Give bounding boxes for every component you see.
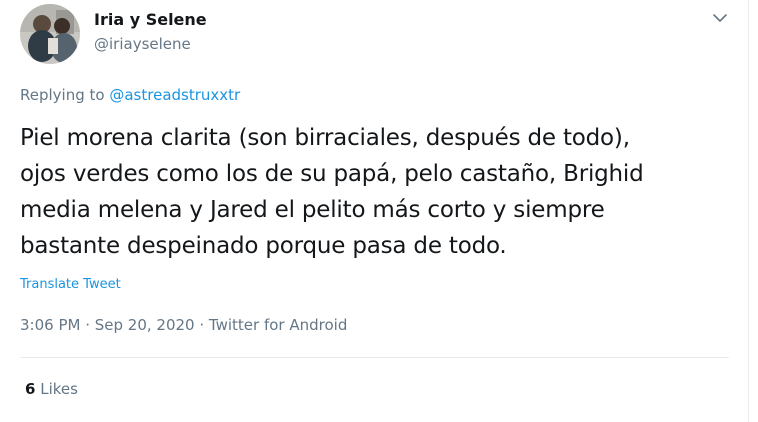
chevron-down-icon[interactable] bbox=[707, 8, 733, 28]
replying-to: Replying to @astreadstruxxtr bbox=[20, 86, 240, 104]
meta-separator: · bbox=[194, 316, 209, 334]
tweet-time[interactable]: 3:06 PM bbox=[20, 316, 80, 334]
likes-stat[interactable]: 6 Likes bbox=[25, 380, 78, 398]
display-name[interactable]: Iria y Selene bbox=[94, 10, 207, 29]
translate-tweet-link[interactable]: Translate Tweet bbox=[20, 277, 121, 292]
tweet-text-line: ojos verdes como los de su papá, pelo ca… bbox=[20, 161, 644, 187]
tweet-text-line: media melena y Jared el pelito más corto… bbox=[20, 197, 605, 223]
tweet-text: Piel morena clarita (son birraciales, de… bbox=[20, 120, 720, 264]
tweet-date[interactable]: Sep 20, 2020 bbox=[95, 316, 195, 334]
avatar-image bbox=[20, 4, 80, 64]
meta-separator: · bbox=[80, 316, 95, 334]
tweet-meta: 3:06 PM · Sep 20, 2020 · Twitter for And… bbox=[20, 316, 347, 334]
tweet-source[interactable]: Twitter for Android bbox=[209, 316, 347, 334]
reply-mention-link[interactable]: @astreadstruxxtr bbox=[109, 86, 240, 104]
replying-to-label: Replying to bbox=[20, 86, 105, 104]
divider bbox=[20, 357, 729, 358]
tweet-card: Iria y Selene @iriayselene Replying to @… bbox=[0, 0, 749, 422]
avatar[interactable] bbox=[20, 4, 80, 64]
user-handle[interactable]: @iriayselene bbox=[94, 35, 191, 53]
likes-label: Likes bbox=[40, 380, 78, 398]
likes-count: 6 bbox=[25, 380, 36, 398]
tweet-text-line: bastante despeinado porque pasa de todo. bbox=[20, 233, 507, 259]
tweet-text-line: Piel morena clarita (son birraciales, de… bbox=[20, 125, 630, 151]
